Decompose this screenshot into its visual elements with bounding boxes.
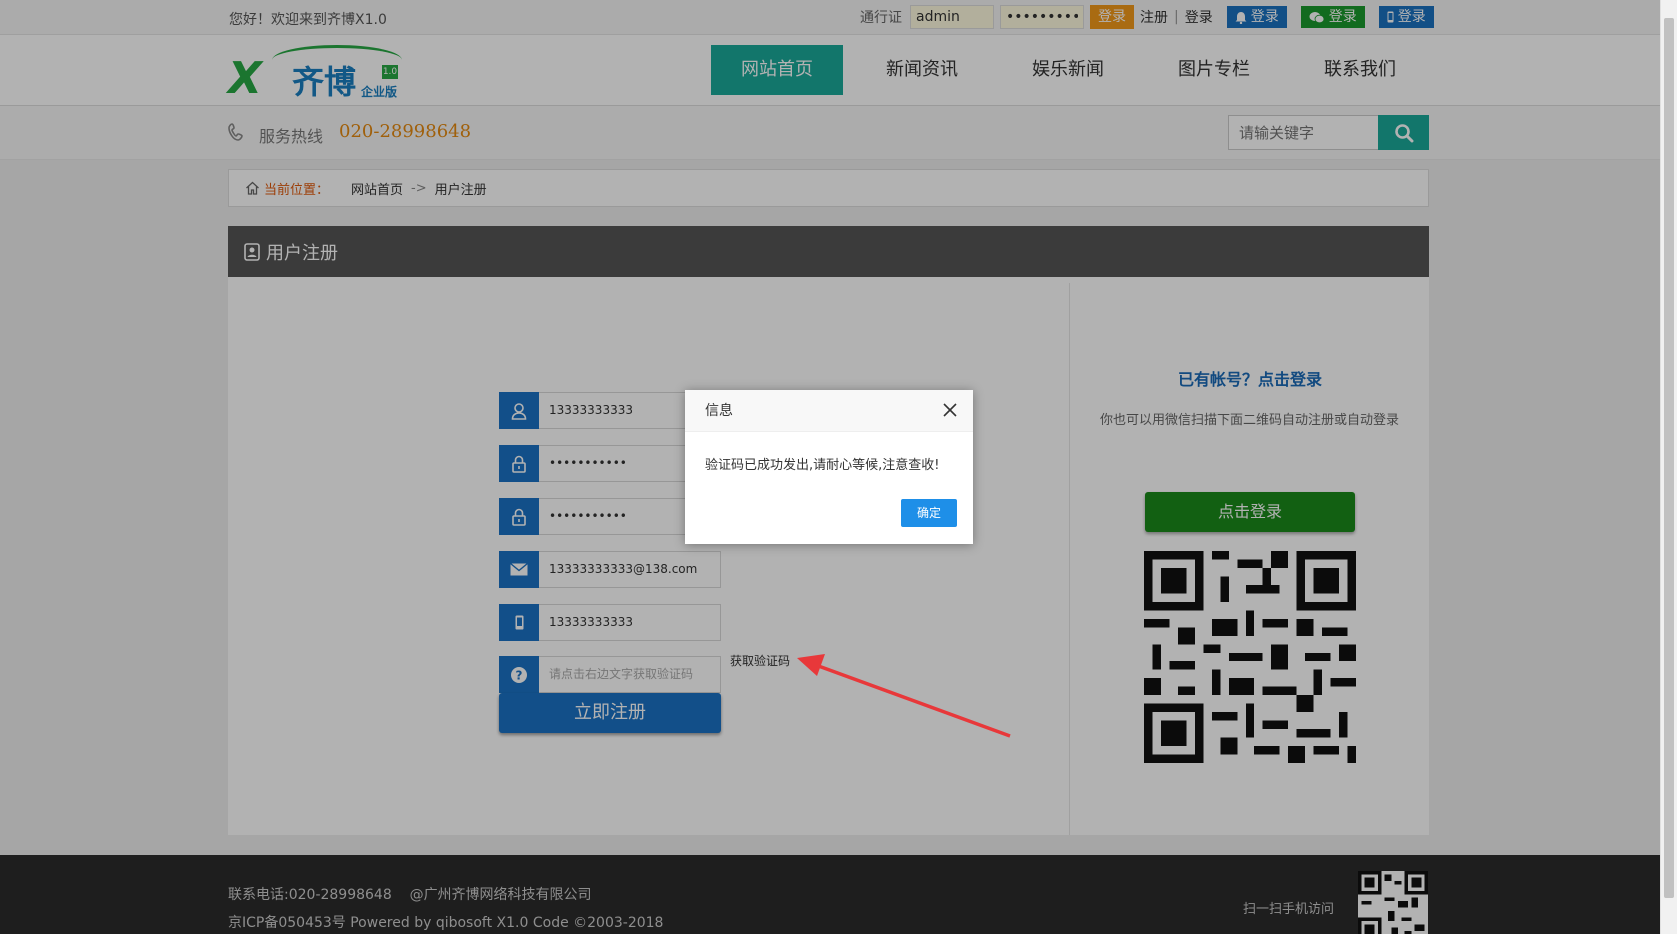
scrollbar-thumb[interactable]	[1664, 18, 1674, 898]
dialog-header: 信息	[685, 390, 973, 432]
dialog-ok-button[interactable]: 确定	[901, 499, 957, 527]
info-dialog: 信息 验证码已成功发出,请耐心等候,注意查收! 确定	[685, 390, 973, 544]
annotation-arrow	[797, 654, 1011, 738]
close-icon[interactable]	[943, 403, 957, 417]
scrollbar[interactable]	[1660, 0, 1677, 934]
dialog-title: 信息	[705, 403, 733, 419]
dialog-message: 验证码已成功发出,请耐心等候,注意查收!	[705, 458, 940, 473]
